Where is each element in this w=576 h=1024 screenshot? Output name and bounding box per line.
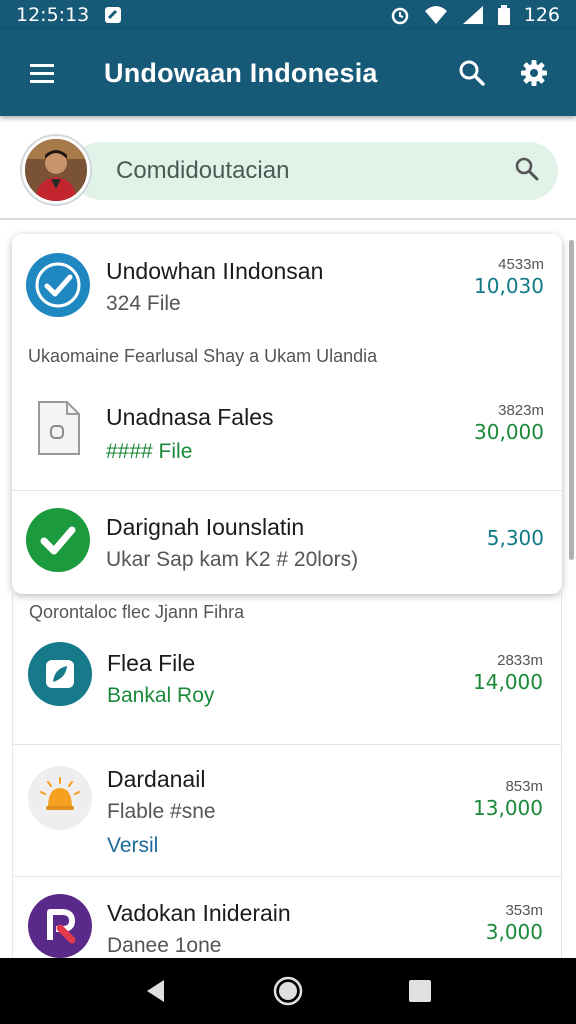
- check-circle-icon: [26, 508, 90, 572]
- alarm-icon: [390, 5, 410, 25]
- search-icon[interactable]: [452, 53, 492, 93]
- app-title: Undowaan Indonesia: [104, 57, 378, 88]
- battery-text: 126: [523, 4, 560, 26]
- card-item-title: Undowhan IIndonsan: [106, 258, 324, 284]
- list-item-subtitle: Danee 1one: [107, 934, 222, 957]
- featured-card: Undowhan IIndonsan 324 File 4533m 10,030…: [12, 234, 562, 594]
- status-time: 12:5:13: [16, 4, 90, 26]
- file-icon: [26, 396, 90, 460]
- battery-icon: [497, 5, 510, 25]
- list-item-title: Flea File: [107, 650, 196, 676]
- card-item-subtitle: #### File: [106, 440, 193, 463]
- list-item-value: 3,000: [485, 920, 543, 944]
- list-item-size: 353m: [505, 902, 543, 919]
- avatar[interactable]: [22, 136, 90, 204]
- back-icon[interactable]: [134, 969, 178, 1013]
- list-item[interactable]: Vadokan Iniderain Danee 1one 353m 3,000: [13, 886, 561, 960]
- list-item-value: 14,000: [473, 670, 543, 694]
- menu-icon[interactable]: [22, 53, 62, 93]
- card-item-value: 10,030: [474, 274, 544, 298]
- list-item-title: Dardanail: [107, 766, 206, 792]
- list-item[interactable]: Flea File Bankal Roy 2833m 14,000: [13, 634, 561, 742]
- card-item-title: Darignah Iounslatin: [106, 514, 305, 540]
- home-icon[interactable]: [266, 969, 310, 1013]
- list-item-size: 2833m: [497, 652, 543, 669]
- notification-icon: [103, 5, 123, 25]
- search-input-value: Comdidoutacian: [116, 157, 290, 184]
- divider: [13, 876, 561, 877]
- list-item-value: 13,000: [473, 796, 543, 820]
- list-item[interactable]: Dardanail Flable #sne Versil 853m 13,000: [13, 754, 561, 874]
- divider: [13, 744, 561, 745]
- navigation-bar: [0, 958, 576, 1024]
- list-caption: Qorontaloc flec Jjann Fihra: [29, 602, 245, 622]
- card-item[interactable]: Undowhan IIndonsan 324 File 4533m 10,030: [12, 250, 562, 340]
- divider: [12, 490, 562, 491]
- card-item-subtitle: Ukar Sap kam K2 # 20lors): [106, 548, 359, 571]
- list-item-link[interactable]: Versil: [107, 834, 158, 858]
- search-field-icon[interactable]: [514, 156, 540, 187]
- card-item-title: Unadnasa Fales: [106, 404, 274, 430]
- recents-icon[interactable]: [398, 969, 442, 1013]
- search-input[interactable]: Comdidoutacian: [72, 142, 558, 200]
- leaf-app-icon: [28, 642, 92, 706]
- card-item-size: 4533m: [498, 256, 544, 273]
- search-row: Comdidoutacian: [0, 116, 576, 220]
- app-bar: Undowaan Indonesia: [0, 30, 576, 116]
- card-item-value: 5,300: [486, 526, 544, 550]
- card-item-value: 30,000: [474, 420, 544, 444]
- settings-icon[interactable]: [514, 53, 554, 93]
- card-item[interactable]: Darignah Iounslatin Ukar Sap kam K2 # 20…: [12, 500, 562, 586]
- card-item-subtitle: 324 File: [106, 292, 181, 315]
- scrollbar[interactable]: [569, 240, 574, 560]
- card-item[interactable]: Unadnasa Fales #### File 3823m 30,000: [12, 390, 562, 486]
- wifi-icon: [424, 5, 448, 25]
- status-bar: 12:5:13 126: [0, 0, 576, 30]
- list-item-subtitle: Bankal Roy: [107, 684, 215, 707]
- check-badge-icon: [26, 253, 90, 317]
- card-caption: Ukaomaine Fearlusal Shay a Ukam Ulandia: [28, 346, 378, 366]
- r-app-icon: [28, 894, 92, 958]
- file-list: Qorontaloc flec Jjann Fihra Flea File Ba…: [12, 594, 562, 960]
- list-item-title: Vadokan Iniderain: [107, 900, 291, 926]
- bell-app-icon: [28, 766, 92, 830]
- card-item-size: 3823m: [498, 402, 544, 419]
- list-item-subtitle: Flable #sne: [107, 800, 216, 823]
- signal-icon: [462, 5, 484, 25]
- list-item-size: 853m: [505, 778, 543, 795]
